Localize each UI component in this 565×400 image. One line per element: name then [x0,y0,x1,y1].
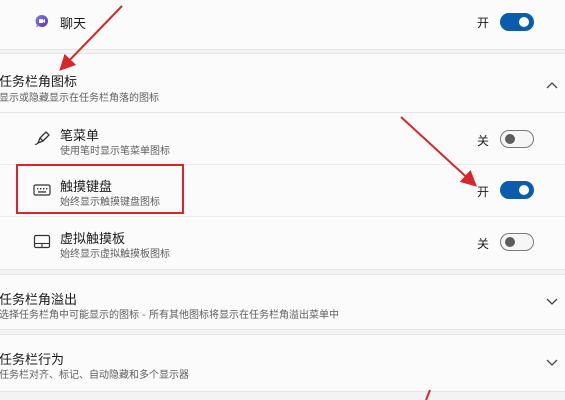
chevron-down-icon[interactable] [545,357,559,367]
virtual-touchpad-state-label: 关 [477,237,490,251]
touch-keyboard-state-label: 开 [477,185,490,199]
touchpad-icon [33,234,51,249]
chevron-down-icon[interactable] [545,296,559,306]
touch-keyboard-highlight-box [16,164,184,214]
pen-menu-state-label: 关 [477,134,490,148]
corner-overflow-header[interactable]: 任务栏角溢出 选择任务栏角中可能显示的图标 - 所有其他图标将显示在任务栏角溢出… [0,274,565,330]
corner-icons-header[interactable]: 任务栏角图标 显示或隐藏显示在任务栏角落的图标 [0,53,565,113]
chat-icon [35,14,48,27]
chat-toggle[interactable] [500,13,534,31]
taskbar-behavior-desc: 任务栏对齐、标记、自动隐藏和多个显示器 [0,370,189,381]
pen-menu-toggle[interactable] [500,130,534,148]
pen-icon [34,131,50,145]
chat-title: 聊天 [60,17,87,32]
chevron-up-icon[interactable] [545,81,559,91]
virtual-touchpad-desc: 始终显示虚拟触摸板图标 [60,249,170,260]
virtual-touchpad-toggle[interactable] [500,233,534,251]
touch-keyboard-toggle[interactable] [500,181,534,199]
taskbar-behavior-header[interactable]: 任务栏行为 任务栏对齐、标记、自动隐藏和多个显示器 [0,334,565,392]
row-divider [0,216,565,217]
chat-state-label: 开 [477,16,490,30]
pen-menu-desc: 使用笔时显示笔菜单图标 [60,146,170,157]
corner-icons-desc: 显示或隐藏显示在任务栏角落的图标 [0,93,159,104]
corner-icons-title: 任务栏角图标 [0,75,78,90]
corner-overflow-desc: 选择任务栏角中可能显示的图标 - 所有其他图标将显示在任务栏角溢出菜单中 [0,310,339,321]
chat-setting-card: 聊天 开 [0,0,565,50]
